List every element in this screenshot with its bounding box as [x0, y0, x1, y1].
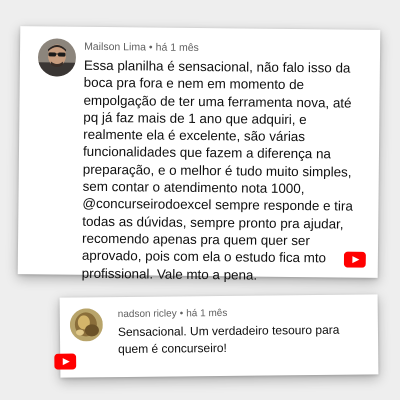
youtube-icon [54, 353, 77, 370]
comment-meta: Mailson Lima • há 1 mês [84, 41, 199, 54]
author-name[interactable]: nadson ricley [118, 308, 177, 320]
comment-time[interactable]: há 1 mês [186, 308, 227, 319]
author-name[interactable]: Mailson Lima [84, 41, 146, 54]
avatar[interactable] [37, 38, 77, 77]
meta-separator: • [148, 41, 153, 54]
comment-text: Essa planilha é sensacional, não falo is… [81, 57, 353, 283]
youtube-icon [343, 251, 366, 268]
comment-meta: nadson ricley • há 1 mês [118, 308, 228, 320]
comment-time[interactable]: há 1 mês [156, 42, 199, 54]
comment-card: Mailson Lima • há 1 mês Essa planilha é se… [17, 26, 381, 282]
meta-separator: • [179, 308, 184, 320]
comment-card: nadson ricley • há 1 mês Sensacional. Um v… [54, 294, 379, 378]
avatar[interactable] [69, 308, 104, 342]
comment-text: Sensacional. Um verdadeiro tesouro para … [117, 322, 340, 356]
